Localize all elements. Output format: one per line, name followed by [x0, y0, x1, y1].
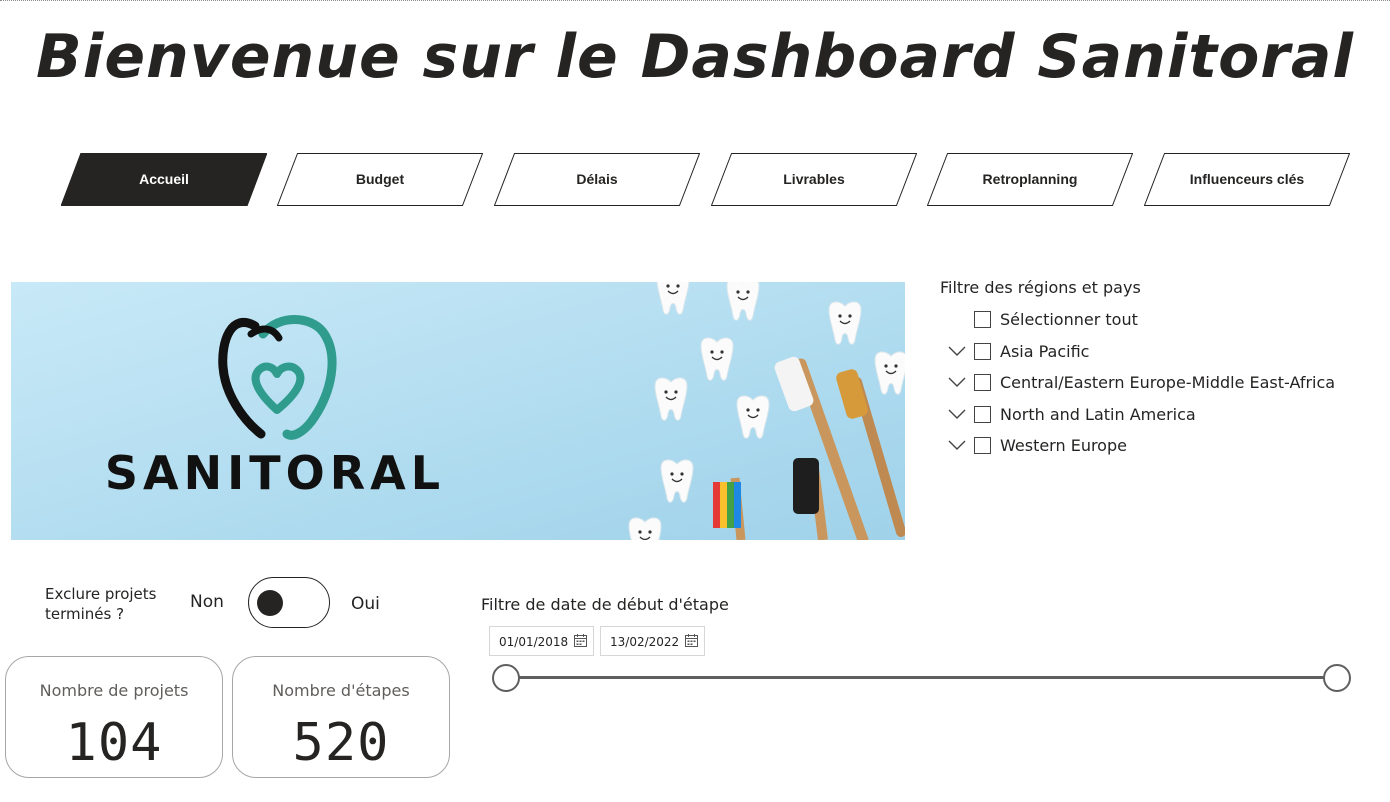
card-value: 104 — [65, 713, 163, 773]
checkbox[interactable] — [974, 311, 991, 328]
tab-budget[interactable]: Budget — [277, 153, 483, 206]
chevron-down-icon[interactable] — [948, 407, 966, 421]
region-select-all[interactable]: Sélectionner tout — [940, 309, 1140, 333]
region-label: Central/Eastern Europe-Middle East-Afric… — [1000, 373, 1336, 392]
region-label: North and Latin America — [1000, 405, 1196, 424]
region-label: Sélectionner tout — [1000, 310, 1138, 329]
toggle-knob — [257, 590, 283, 616]
chevron-down-icon[interactable] — [948, 375, 966, 389]
checkbox[interactable] — [974, 374, 991, 391]
tab-livrables[interactable]: Livrables — [711, 153, 917, 206]
region-label: Western Europe — [1000, 436, 1127, 455]
region-item-western-europe[interactable]: Western Europe — [940, 435, 1190, 459]
card-value: 520 — [292, 713, 390, 773]
region-item-north-latin-america[interactable]: North and Latin America — [940, 404, 1240, 428]
page-title: Bienvenue sur le Dashboard Sanitoral — [36, 22, 1354, 92]
region-label: Asia Pacific — [1000, 342, 1090, 361]
chevron-down-icon[interactable] — [948, 438, 966, 452]
card-caption: Nombre d'étapes — [272, 681, 410, 700]
tab-label: Retroplanning — [982, 171, 1078, 187]
exclude-finished-label-line1: Exclure projets — [45, 585, 157, 603]
date-range-end-handle[interactable] — [1323, 664, 1351, 692]
tab-label: Livrables — [783, 171, 845, 187]
exclude-finished-label: Exclure projets terminés ? — [45, 584, 156, 624]
tab-retroplanning[interactable]: Retroplanning — [927, 153, 1133, 206]
checkbox[interactable] — [974, 343, 991, 360]
card-caption: Nombre de projets — [39, 681, 189, 700]
date-range-start-handle[interactable] — [492, 664, 520, 692]
tab-label: Influenceurs clés — [1189, 171, 1305, 187]
tab-influenceurs-cles[interactable]: Influenceurs clés — [1144, 153, 1350, 206]
brand-text: SANITORAL — [105, 446, 445, 500]
tab-label: Délais — [576, 171, 618, 187]
checkbox[interactable] — [974, 437, 991, 454]
region-item-asia-pacific[interactable]: Asia Pacific — [940, 341, 1140, 365]
start-date-value: 01/01/2018 — [499, 635, 569, 649]
calendar-icon[interactable] — [685, 634, 698, 647]
start-date-input[interactable]: 01/01/2018 — [489, 626, 594, 656]
date-range-slider-track[interactable] — [506, 676, 1338, 679]
projects-count-card: Nombre de projets 104 — [5, 656, 223, 778]
top-dotted-border — [0, 0, 1390, 1]
exclude-finished-label-line2: terminés ? — [45, 605, 125, 623]
end-date-input[interactable]: 13/02/2022 — [600, 626, 705, 656]
exclude-finished-toggle[interactable] — [248, 577, 330, 628]
tab-accueil[interactable]: Accueil — [61, 153, 267, 206]
tab-delais[interactable]: Délais — [494, 153, 700, 206]
region-filter-title: Filtre des régions et pays — [940, 278, 1141, 297]
end-date-value: 13/02/2022 — [610, 635, 680, 649]
calendar-icon[interactable] — [574, 634, 587, 647]
toggle-on-label: Oui — [351, 594, 380, 614]
sanitoral-banner-image: SANITORAL — [11, 282, 905, 540]
steps-count-card: Nombre d'étapes 520 — [232, 656, 450, 778]
date-filter-title: Filtre de date de début d'étape — [481, 595, 729, 614]
chevron-down-icon[interactable] — [948, 344, 966, 358]
toggle-off-label: Non — [190, 592, 224, 612]
region-item-ceemea[interactable]: Central/Eastern Europe-Middle East-Afric… — [940, 372, 1340, 396]
tab-label: Budget — [355, 171, 405, 187]
checkbox[interactable] — [974, 406, 991, 423]
tab-label: Accueil — [139, 171, 189, 187]
